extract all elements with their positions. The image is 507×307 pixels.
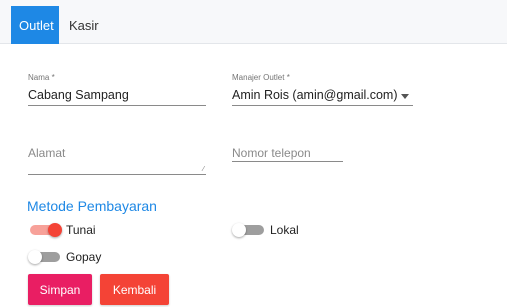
nama-field[interactable]: Cabang Sampang [28, 88, 129, 102]
lokal-label: Lokal [270, 223, 299, 237]
switch-knob [28, 250, 42, 264]
nama-field-underline [28, 105, 206, 106]
switch-knob [48, 223, 62, 237]
resize-handle-icon[interactable]: ⁄ [203, 166, 204, 173]
lokal-switch[interactable] [232, 223, 266, 237]
switch-knob [232, 223, 246, 237]
back-button[interactable]: Kembali [100, 274, 169, 305]
tunai-switch[interactable] [28, 223, 62, 237]
chevron-down-icon[interactable] [401, 94, 409, 99]
manajer-outlet-underline [232, 105, 413, 106]
alamat-field[interactable]: Alamat [28, 146, 65, 160]
telepon-field[interactable]: Nomor telepon [232, 146, 311, 160]
tab-outlet[interactable]: Outlet [11, 6, 59, 44]
gopay-switch[interactable] [28, 250, 62, 264]
save-button[interactable]: Simpan [28, 274, 92, 305]
tab-kasir-label: Kasir [69, 17, 99, 33]
tab-bar: Outlet Kasir [0, 0, 507, 44]
nama-label: Nama * [28, 73, 55, 82]
tunai-label: Tunai [66, 223, 96, 237]
manajer-outlet-select[interactable]: Amin Rois (amin@gmail.com) [232, 88, 398, 102]
manajer-outlet-label: Manajer Outlet * [232, 73, 290, 82]
telepon-field-underline [232, 161, 343, 162]
tab-outlet-label: Outlet [19, 17, 54, 33]
tab-kasir[interactable]: Kasir [61, 6, 107, 44]
payment-section-title: Metode Pembayaran [27, 198, 157, 214]
alamat-field-underline [28, 174, 206, 175]
gopay-label: Gopay [66, 250, 102, 264]
